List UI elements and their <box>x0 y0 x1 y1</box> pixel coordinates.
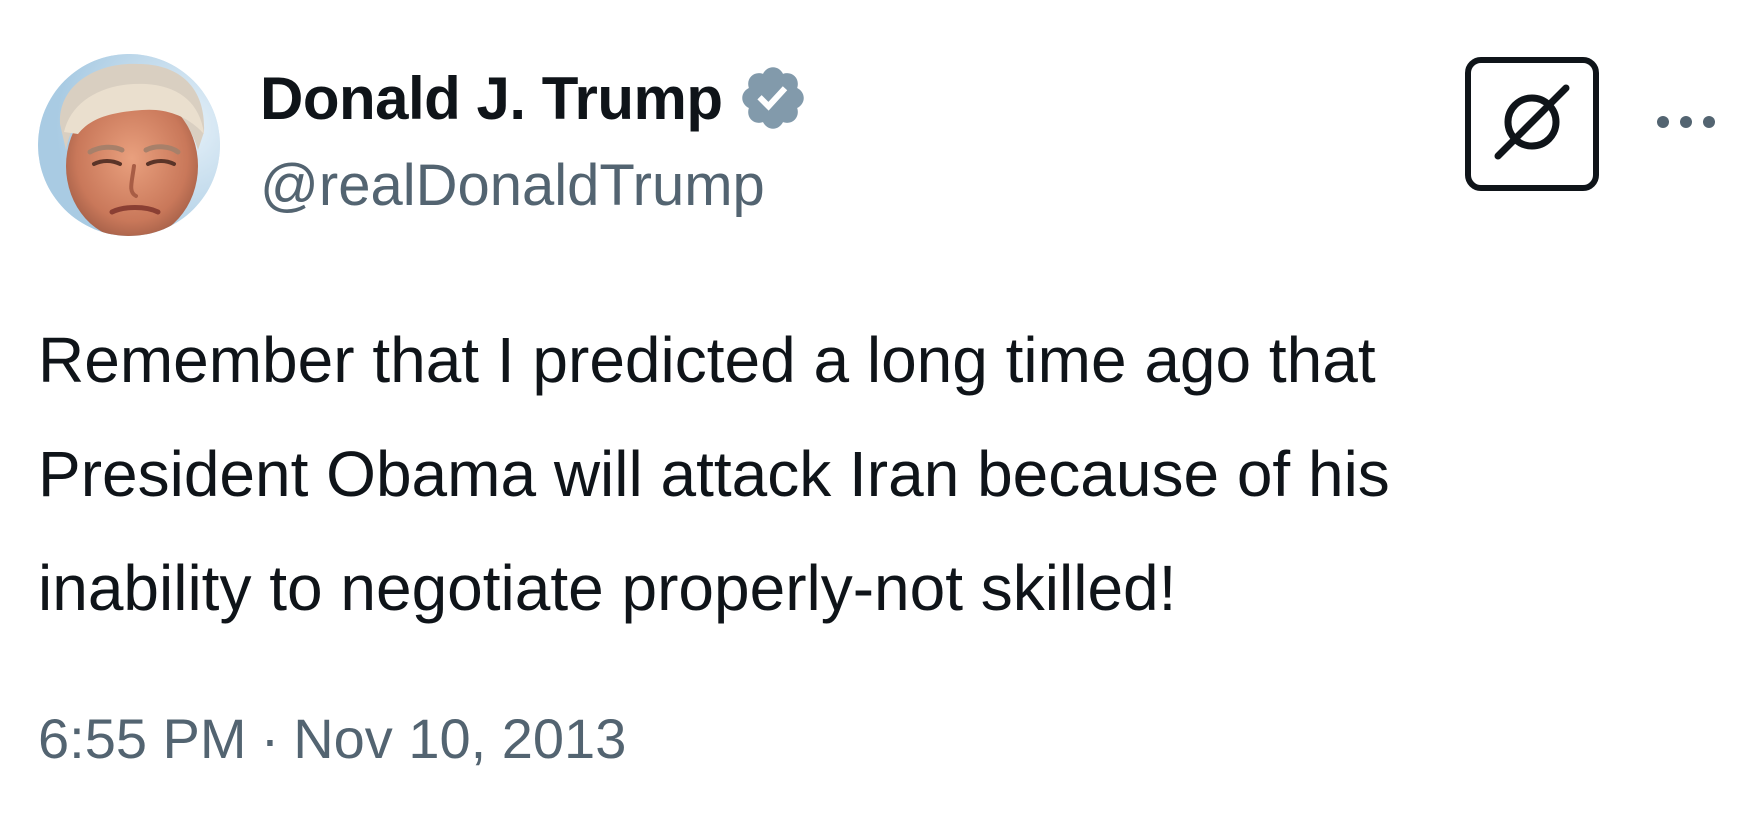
more-options-button[interactable] <box>1650 96 1722 152</box>
verified-badge-icon <box>737 62 809 134</box>
tweet-text-line: Remember that I predicted a long time ag… <box>38 324 1376 396</box>
display-name[interactable]: Donald J. Trump <box>260 64 723 133</box>
timestamp-separator: · <box>260 707 280 770</box>
avatar[interactable] <box>38 54 220 236</box>
tweet-text-line: President Obama will attack Iran because… <box>38 438 1390 510</box>
tweet-text: Remember that I predicted a long time ag… <box>38 303 1728 645</box>
tweet-time: 6:55 PM <box>38 707 247 770</box>
grok-icon <box>1486 76 1578 173</box>
tweet-text-line: inability to negotiate properly-not skil… <box>38 552 1177 624</box>
more-dots-icon <box>1655 114 1717 135</box>
grok-button[interactable] <box>1465 57 1599 191</box>
tweet-card: Donald J. Trump @realDonaldTrump Remembe… <box>0 0 1757 822</box>
tweet-date: Nov 10, 2013 <box>293 707 627 770</box>
user-handle[interactable]: @realDonaldTrump <box>260 152 765 219</box>
tweet-timestamp[interactable]: 6:55 PM · Nov 10, 2013 <box>38 706 626 771</box>
avatar-image <box>38 54 220 236</box>
user-name-row: Donald J. Trump <box>260 62 809 134</box>
